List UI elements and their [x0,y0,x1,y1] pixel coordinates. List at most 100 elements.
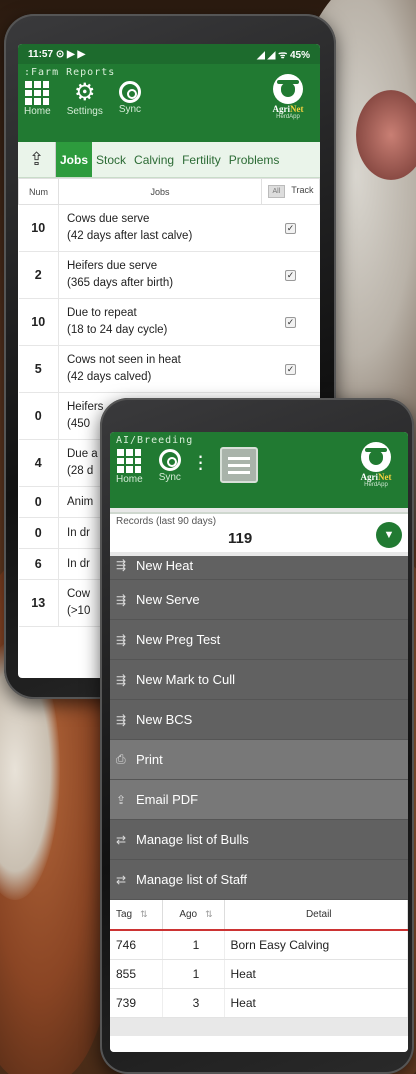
cell-ago: 1 [162,930,225,960]
col-num: Num [18,178,59,205]
track-label: Track [291,185,314,195]
col-track: All Track [261,178,320,205]
col-detail[interactable]: Detail [224,900,408,931]
track-checkbox[interactable]: ✓ [285,223,296,234]
home-label: Home [116,474,143,485]
cell-detail: Heat [224,959,408,989]
status-time: 11:57 [28,48,54,60]
job-detail: (42 days calved) [67,371,152,383]
settings-label: Settings [66,106,103,117]
home-button[interactable]: Home [24,81,51,117]
sync-button[interactable]: Sync [119,81,141,115]
cell-tag: 739 [110,988,163,1018]
tab-calving[interactable]: Calving [130,142,178,177]
menu-item-email-pdf[interactable]: ⇪ Email PDF [110,780,408,820]
menu-button[interactable] [220,447,259,483]
cell-ago: 1 [162,959,225,989]
job-desc: Heifers due serve (365 days after birth) [58,251,262,299]
settings-button[interactable]: ⚙ Settings [66,79,103,118]
job-detail: (18 to 24 day cycle) [67,324,168,336]
add-icon: ⇶ [116,672,127,687]
job-count: 10 [18,204,59,252]
status-bar: 11:57 ⊙ ▶ ▶ ◢ ◢ ᯤ 45% [18,44,320,64]
logo-name-b: Net [290,104,304,114]
cow-logo-icon [361,442,391,472]
job-count: 5 [18,345,59,393]
menu-item-manage-bulls[interactable]: ⇄ Manage list of Bulls [110,820,408,860]
track-checkbox[interactable]: ✓ [285,317,296,328]
menu-label: Manage list of Staff [136,872,248,887]
add-icon: ⇶ [116,558,127,572]
app-header: AI/Breeding Home Sync · · · AgriNet HerdA [110,432,408,508]
grid-icon [117,449,142,473]
table-row[interactable]: 5 Cows not seen in heat (42 days calved) … [18,345,320,393]
job-count: 4 [18,439,59,487]
all-button[interactable]: All [267,185,286,198]
table-row[interactable]: 739 3 Heat [110,988,408,1018]
print-icon: ⎙ [116,752,126,766]
add-icon: ⇶ [116,632,127,647]
tab-jobs[interactable]: Jobs [56,142,93,177]
more-icon[interactable]: · · · [197,445,204,479]
menu-label: New Mark to Cull [136,672,235,687]
actions-menu: ⇶ New Heat ⇶ New Serve ⇶ New Preg Test ⇶ New… [110,556,408,900]
job-title: Heifers due serve [67,260,158,272]
gear-icon: ⚙ [73,79,96,106]
menu-label: Email PDF [136,792,199,807]
menu-item-print[interactable]: ⎙ Print [110,740,408,780]
sync-button[interactable]: Sync [159,449,181,483]
upload-icon[interactable]: ⇪ [18,142,56,177]
job-count: 13 [18,579,59,627]
filter-icon: ▼ [383,529,395,541]
filter-button[interactable]: ▼ [376,522,402,548]
table-row[interactable]: 855 1 Heat [110,959,408,989]
tab-fertility[interactable]: Fertility [178,142,225,177]
job-detail: (365 days after birth) [67,277,174,289]
grid-icon [25,81,50,105]
job-desc: Due to repeat (18 to 24 day cycle) [58,298,262,346]
job-desc: Cows due serve (42 days after last calve) [58,204,262,252]
col-jobs: Jobs [58,178,262,205]
cow-logo-icon [273,74,303,104]
track-checkbox[interactable]: ✓ [285,270,296,281]
logo-name-a: Agri [360,472,379,482]
email-icon: ⇪ [116,792,127,807]
table-row[interactable]: 746 1 Born Easy Calving [110,930,408,960]
table-row[interactable]: 10 Cows due serve (42 days after last cal… [18,204,320,252]
app-header: :Farm Reports Home ⚙ Settings Sync AgriN… [18,64,320,142]
tab-problems[interactable]: Problems [225,142,284,177]
menu-item-new-serve[interactable]: ⇶ New Serve [110,580,408,620]
job-title: Cows not seen in heat [67,354,181,366]
menu-label: Manage list of Bulls [136,832,249,847]
records-count: 119 [228,530,253,547]
job-detail: (42 days after last calve) [67,230,193,242]
menu-label: New Preg Test [136,632,221,647]
menu-label: New Heat [136,558,194,573]
cell-tag: 855 [110,959,163,989]
home-button[interactable]: Home [116,449,143,485]
list-icon: ⇄ [116,832,127,847]
status-icons-right: ◢ ◢ ᯤ 45% [257,50,310,61]
col-tag[interactable]: Tag ⇅ [110,900,163,931]
track-checkbox[interactable]: ✓ [285,364,296,375]
table-row[interactable]: 10 Due to repeat (18 to 24 day cycle) ✓ [18,298,320,346]
menu-item-manage-staff[interactable]: ⇄ Manage list of Staff [110,860,408,900]
tab-stock[interactable]: Stock [92,142,130,177]
menu-item-new-bcs[interactable]: ⇶ New BCS [110,700,408,740]
screen-ai-breeding: AI/Breeding Home Sync · · · AgriNet HerdA [110,432,408,1052]
logo-name-a: Agri [272,104,291,114]
job-count: 10 [18,298,59,346]
col-ago[interactable]: Ago ⇅ [162,900,225,931]
menu-item-new-preg-test[interactable]: ⇶ New Preg Test [110,620,408,660]
phone-ai-breeding: AI/Breeding Home Sync · · · AgriNet HerdA [100,398,414,1074]
menu-item-new-mark-to-cull[interactable]: ⇶ New Mark to Cull [110,660,408,700]
job-desc: Cows not seen in heat (42 days calved) [58,345,262,393]
menu-label: New Serve [136,592,200,607]
sync-icon [158,449,181,471]
table-row[interactable]: 2 Heifers due serve (365 days after birth… [18,251,320,299]
agrinet-logo: AgriNet HerdApp [352,442,400,488]
menu-item-new-heat[interactable]: ⇶ New Heat [110,556,408,580]
home-label: Home [24,106,51,117]
job-title: Cows due serve [67,213,150,225]
records-label: Records (last 90 days) [116,516,217,527]
